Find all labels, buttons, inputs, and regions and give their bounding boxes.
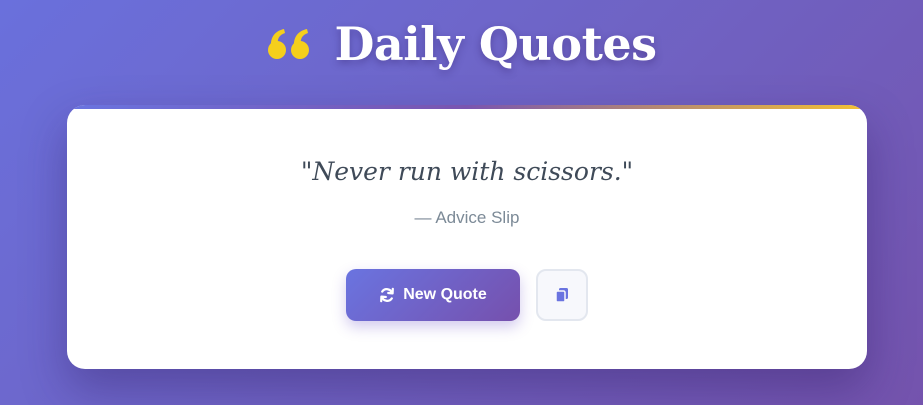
copy-icon [553, 286, 571, 304]
quote-text: "Never run with scissors." [300, 157, 634, 186]
quote-author: — Advice Slip [414, 208, 520, 227]
quote-icon [267, 27, 313, 61]
refresh-icon [379, 287, 395, 303]
copy-button[interactable] [536, 269, 588, 321]
app-header: Daily Quotes [0, 14, 923, 74]
new-quote-button[interactable]: New Quote [346, 269, 520, 321]
action-bar: New Quote [67, 269, 867, 321]
card-accent-bar [67, 105, 867, 109]
quote-card: "Never run with scissors." — Advice Slip… [67, 105, 867, 369]
page-title: Daily Quotes [334, 17, 658, 71]
new-quote-label: New Quote [403, 286, 487, 303]
